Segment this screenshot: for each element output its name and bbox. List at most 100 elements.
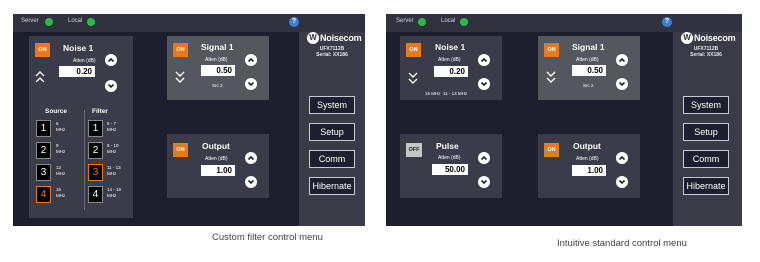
noise-card: ON Noise 1 Atten (dB) 0.20 15 MHz 11 - 1…	[400, 36, 502, 100]
filter-label-1: 5 - 7 MHz	[107, 121, 117, 132]
help-icon[interactable]: ?	[289, 17, 299, 27]
filter-button-4[interactable]: 4	[88, 186, 103, 203]
chevron-up-icon	[247, 57, 255, 63]
noise-card: ON Noise 1 Atten (dB) 0.20 Source Filter…	[29, 36, 133, 218]
filter-label-4: 14 - 16 MHz	[107, 187, 122, 198]
filter-button-3[interactable]: 3	[88, 164, 103, 181]
output-title: Output	[202, 141, 230, 151]
output-down-button[interactable]	[616, 176, 628, 188]
source-label-1: 6 MHz	[56, 121, 66, 132]
signal-up-button[interactable]	[616, 54, 628, 66]
logo-mark-icon: W	[681, 32, 693, 44]
output-up-button[interactable]	[616, 152, 628, 164]
side-panel: W Noisecom UFX7112B Serial: XX186 System…	[299, 32, 365, 226]
signal-source-label: Src 2	[212, 83, 223, 88]
noise-title: Noise 1	[435, 42, 466, 52]
side-panel: W Noisecom UFX7112B Serial: XX186 System…	[673, 32, 742, 226]
output-card: ON Output Atten (dB) 1.00	[538, 134, 640, 198]
pulse-up-button[interactable]	[478, 152, 490, 164]
signal-on-toggle[interactable]: ON	[544, 43, 559, 57]
chevron-down-icon	[480, 81, 488, 87]
double-chevron-up-icon[interactable]	[35, 70, 45, 84]
logo-text: Noisecom	[320, 33, 362, 43]
local-label: Local	[68, 18, 83, 24]
noise-up-button[interactable]	[105, 54, 117, 66]
signal-card: ON Signal 1 Atten (dB) 0.50 Src 2	[167, 36, 269, 100]
chevron-up-icon	[618, 57, 626, 63]
filter-button-2[interactable]: 2	[88, 142, 103, 159]
noise-down-button[interactable]	[478, 78, 490, 90]
server-status-icon	[418, 18, 426, 26]
source-button-3[interactable]: 3	[36, 164, 51, 181]
noise-down-button[interactable]	[105, 80, 117, 92]
double-chevron-down-icon[interactable]	[546, 70, 556, 84]
source-button-2[interactable]: 2	[36, 142, 51, 159]
noise-atten-input[interactable]: 0.20	[59, 66, 95, 77]
pulse-off-toggle[interactable]: OFF	[406, 143, 422, 157]
noise-up-button[interactable]	[478, 54, 490, 66]
output-atten-label: Atten (dB)	[205, 156, 228, 162]
model-info: UFX7112B Serial: XX186	[683, 46, 729, 58]
chevron-down-icon	[247, 81, 255, 87]
noise-on-toggle[interactable]: ON	[35, 43, 50, 57]
left-caption: Custom filter control menu	[212, 232, 323, 243]
noise-on-toggle[interactable]: ON	[406, 43, 421, 57]
double-chevron-down-icon[interactable]	[408, 71, 418, 85]
noisecom-logo: W Noisecom	[307, 32, 362, 44]
signal-atten-label: Atten (dB)	[576, 57, 599, 63]
noise-atten-input[interactable]: 0.20	[434, 66, 468, 77]
signal-source-label: Src 2	[583, 83, 594, 88]
output-on-toggle[interactable]: ON	[173, 143, 188, 157]
system-button[interactable]: System	[683, 96, 729, 114]
noise-atten-label: Atten (dB)	[73, 58, 96, 64]
hibernate-button[interactable]: Hibernate	[309, 177, 355, 195]
double-chevron-down-icon[interactable]	[175, 70, 185, 84]
signal-up-button[interactable]	[245, 54, 257, 66]
signal-card: ON Signal 1 Atten (dB) 0.50 Src 2	[538, 36, 640, 100]
chevron-down-icon	[480, 179, 488, 185]
output-down-button[interactable]	[245, 176, 257, 188]
filter-label-3: 11 - 13 MHz	[107, 165, 121, 176]
pulse-card: OFF Pulse Atten (dB) 50.00	[400, 134, 502, 198]
signal-atten-label: Atten (dB)	[205, 57, 228, 63]
noise-atten-label: Atten (dB)	[438, 57, 461, 63]
output-title: Output	[573, 141, 601, 151]
signal-atten-input[interactable]: 0.50	[201, 65, 235, 76]
local-label: Local	[441, 18, 456, 24]
source-label-4: 15 MHz	[56, 187, 66, 198]
source-button-4[interactable]: 4	[36, 186, 51, 203]
help-icon[interactable]: ?	[662, 17, 672, 27]
comm-button[interactable]: Comm	[309, 150, 355, 168]
signal-on-toggle[interactable]: ON	[173, 43, 188, 57]
output-atten-input[interactable]: 1.00	[572, 165, 606, 176]
hibernate-button[interactable]: Hibernate	[683, 177, 729, 195]
noise-info-label: 15 MHz 11 - 13 MHz	[425, 91, 468, 96]
chevron-up-icon	[107, 57, 115, 63]
comm-button[interactable]: Comm	[683, 150, 729, 168]
signal-atten-input[interactable]: 0.50	[572, 65, 606, 76]
output-atten-input[interactable]: 1.00	[201, 165, 235, 176]
noisecom-logo: W Noisecom	[681, 32, 736, 44]
source-button-1[interactable]: 1	[36, 120, 51, 137]
signal-down-button[interactable]	[245, 78, 257, 90]
chevron-up-icon	[247, 155, 255, 161]
setup-button[interactable]: Setup	[683, 123, 729, 141]
output-atten-label: Atten (dB)	[576, 156, 599, 162]
output-on-toggle[interactable]: ON	[544, 143, 559, 157]
system-button[interactable]: System	[309, 96, 355, 114]
signal-title: Signal 1	[201, 42, 234, 52]
output-up-button[interactable]	[245, 152, 257, 164]
chevron-down-icon	[107, 83, 115, 89]
server-label: Server	[396, 18, 414, 24]
pulse-down-button[interactable]	[478, 176, 490, 188]
pulse-atten-input[interactable]: 50.00	[432, 164, 468, 175]
chevron-up-icon	[618, 155, 626, 161]
logo-text: Noisecom	[694, 33, 736, 43]
setup-button[interactable]: Setup	[309, 123, 355, 141]
signal-title: Signal 1	[572, 42, 605, 52]
signal-down-button[interactable]	[616, 78, 628, 90]
filter-header: Filter	[92, 108, 108, 115]
filter-button-1[interactable]: 1	[88, 120, 103, 137]
chevron-up-icon	[480, 155, 488, 161]
chevron-down-icon	[247, 179, 255, 185]
